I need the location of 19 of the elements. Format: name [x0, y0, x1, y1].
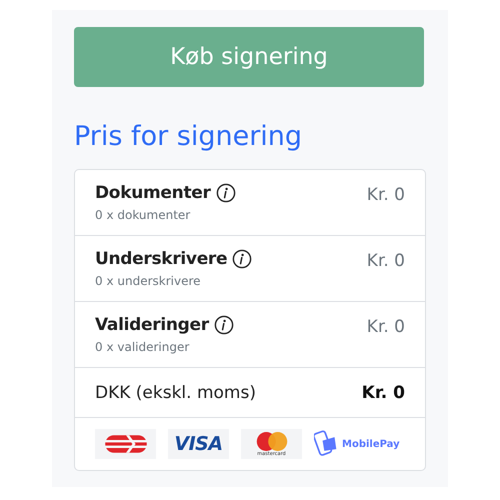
section-heading: Pris for signering	[74, 121, 304, 154]
total-label: DKK (ekskl. moms)	[95, 382, 256, 403]
visa-logo: VISA	[168, 429, 229, 460]
item-price: Kr. 0	[366, 185, 405, 206]
info-icon[interactable]	[216, 183, 236, 204]
mobilepay-logo: MobilePay	[314, 429, 400, 460]
item-price: Kr. 0	[366, 317, 405, 338]
item-title: Underskrivere	[95, 249, 228, 270]
item-detail: 0 x valideringer	[95, 340, 190, 354]
info-icon[interactable]	[214, 315, 234, 336]
info-icon[interactable]	[232, 249, 252, 270]
dankort-logo	[95, 429, 156, 460]
total-price: Kr. 0	[362, 382, 405, 403]
buy-button[interactable]: Køb signering	[74, 27, 424, 87]
item-detail: 0 x dokumenter	[95, 208, 192, 222]
item-detail: 0 x underskrivere	[95, 274, 202, 288]
item-title: Dokumenter	[95, 183, 211, 204]
item-title: Valideringer	[95, 315, 209, 336]
item-price: Kr. 0	[366, 251, 405, 272]
